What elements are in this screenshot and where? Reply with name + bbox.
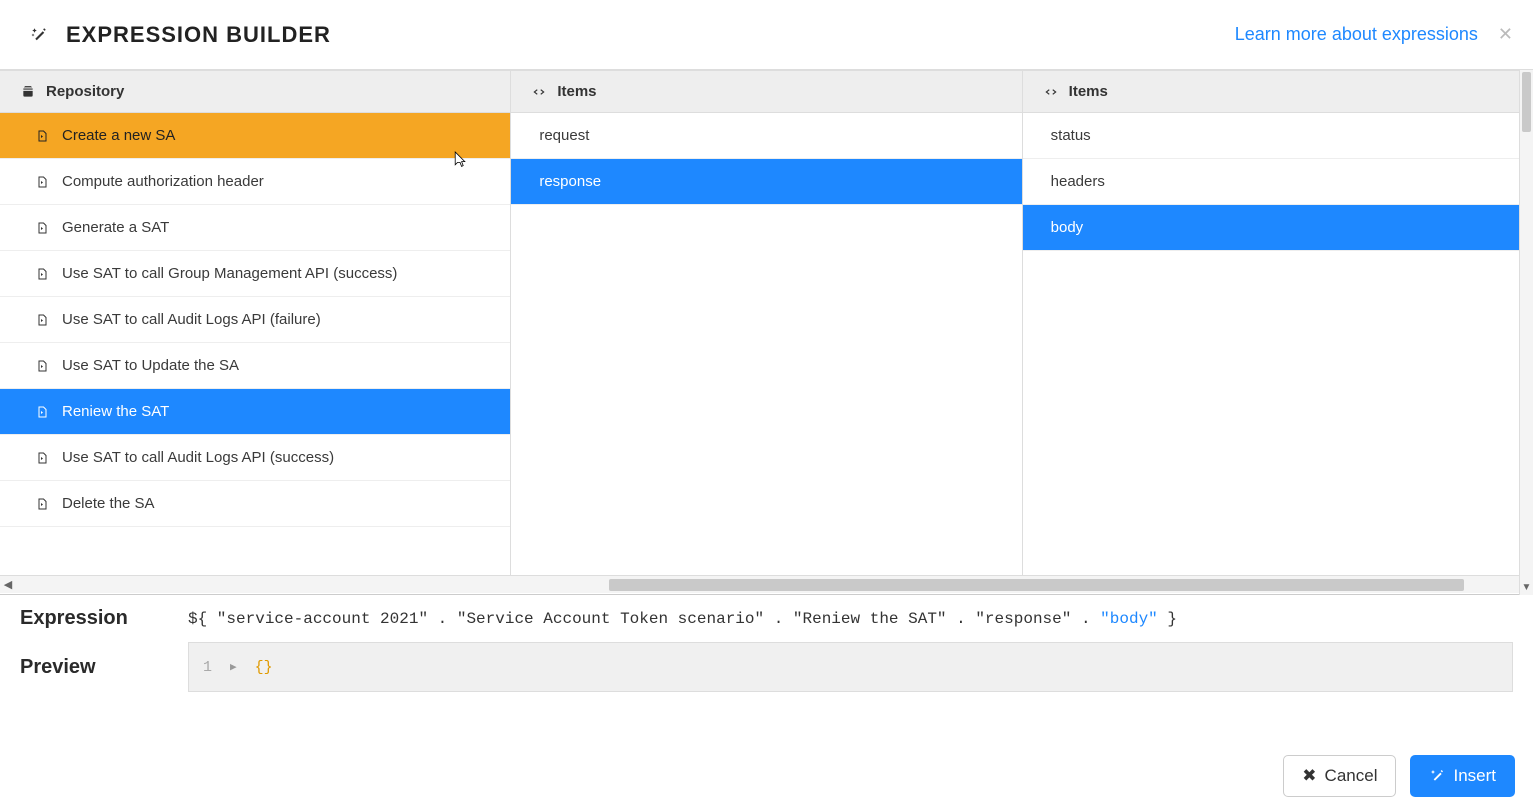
repository-item[interactable]: Use SAT to Update the SA — [0, 343, 510, 389]
footer-buttons: ✖ Cancel Insert — [1283, 755, 1515, 797]
item-label: headers — [1051, 173, 1105, 190]
repository-list: Create a new SA Compute authorization he… — [0, 113, 510, 527]
expression-last: "body" — [1100, 610, 1158, 628]
item-label: Use SAT to call Audit Logs API (success) — [62, 449, 334, 466]
header: EXPRESSION BUILDER Learn more about expr… — [0, 0, 1533, 70]
column-header-label: Items — [1069, 83, 1108, 100]
file-icon — [36, 129, 48, 143]
item-label: body — [1051, 219, 1084, 236]
preview-content: {} — [255, 659, 273, 676]
file-icon — [36, 313, 48, 327]
learn-more-link[interactable]: Learn more about expressions — [1235, 24, 1478, 45]
scroll-track[interactable] — [16, 578, 1517, 592]
expression-prefix: ${ "service-account 2021" . "Service Acc… — [188, 610, 1100, 628]
list-item[interactable]: body — [1023, 205, 1533, 251]
button-label: Insert — [1453, 766, 1496, 786]
vertical-scrollbar[interactable]: ▼ — [1519, 70, 1533, 595]
item-label: Create a new SA — [62, 127, 175, 144]
item-label: Generate a SAT — [62, 219, 169, 236]
column-header-label: Items — [557, 83, 596, 100]
scroll-down-arrow[interactable]: ▼ — [1520, 582, 1533, 593]
scroll-left-arrow[interactable]: ◀ — [0, 578, 16, 591]
insert-button[interactable]: Insert — [1410, 755, 1515, 797]
items-column-1: Items request response — [511, 71, 1022, 575]
item-label: status — [1051, 127, 1091, 144]
preview-box[interactable]: 1 ▶ {} — [188, 642, 1513, 692]
item-label: Use SAT to Update the SA — [62, 357, 239, 374]
file-icon — [36, 359, 48, 373]
item-label: Use SAT to call Group Management API (su… — [62, 265, 397, 282]
button-label: Cancel — [1325, 766, 1378, 786]
wand-icon — [30, 26, 48, 44]
file-icon — [36, 405, 48, 419]
code-icon — [531, 85, 547, 99]
file-icon — [36, 267, 48, 281]
file-icon — [36, 221, 48, 235]
preview-row: Preview 1 ▶ {} — [0, 642, 1533, 692]
scroll-thumb[interactable] — [609, 579, 1465, 591]
page-title: EXPRESSION BUILDER — [66, 22, 331, 48]
list-item[interactable]: status — [1023, 113, 1533, 159]
column-header-label: Repository — [46, 83, 124, 100]
preview-label: Preview — [20, 642, 140, 692]
item-label: request — [539, 127, 589, 144]
expression-label: Expression — [20, 607, 140, 630]
repository-item[interactable]: Use SAT to call Group Management API (su… — [0, 251, 510, 297]
list-item[interactable]: headers — [1023, 159, 1533, 205]
items-column-2: Items status headers body — [1023, 71, 1533, 575]
close-icon[interactable]: ✕ — [1498, 24, 1513, 45]
repository-header: Repository — [0, 71, 510, 113]
items-list-2: status headers body — [1023, 113, 1533, 251]
vertical-scroll-thumb[interactable] — [1522, 72, 1531, 132]
repository-item[interactable]: Delete the SA — [0, 481, 510, 527]
repository-item[interactable]: Generate a SAT — [0, 205, 510, 251]
horizontal-scrollbar[interactable]: ◀ ▶ — [0, 575, 1533, 593]
file-icon — [36, 175, 48, 189]
item-label: Use SAT to call Audit Logs API (failure) — [62, 311, 321, 328]
expression-row: Expression ${ "service-account 2021" . "… — [0, 595, 1533, 642]
expression-value: ${ "service-account 2021" . "Service Acc… — [188, 610, 1177, 628]
preview-lineno: 1 — [203, 659, 212, 676]
repository-item[interactable]: Use SAT to call Audit Logs API (success) — [0, 435, 510, 481]
file-icon — [36, 497, 48, 511]
file-icon — [36, 451, 48, 465]
columns-area: Repository Create a new SA Compute autho… — [0, 70, 1533, 595]
database-icon — [20, 85, 36, 99]
item-label: Reniew the SAT — [62, 403, 169, 420]
repository-item[interactable]: Compute authorization header — [0, 159, 510, 205]
close-icon: ✖ — [1302, 766, 1316, 786]
repository-item[interactable]: Use SAT to call Audit Logs API (failure) — [0, 297, 510, 343]
code-icon — [1043, 85, 1059, 99]
repository-item[interactable]: Reniew the SAT — [0, 389, 510, 435]
repository-column: Repository Create a new SA Compute autho… — [0, 71, 511, 575]
cancel-button[interactable]: ✖ Cancel — [1283, 755, 1396, 797]
item-label: Compute authorization header — [62, 173, 264, 190]
list-item[interactable]: response — [511, 159, 1021, 205]
expression-suffix: } — [1158, 610, 1177, 628]
repository-item[interactable]: Create a new SA — [0, 113, 510, 159]
items-list-1: request response — [511, 113, 1021, 205]
items-header: Items — [1023, 71, 1533, 113]
wand-icon — [1429, 768, 1445, 784]
items-header: Items — [511, 71, 1021, 113]
item-label: response — [539, 173, 601, 190]
list-item[interactable]: request — [511, 113, 1021, 159]
item-label: Delete the SA — [62, 495, 155, 512]
expand-icon[interactable]: ▶ — [230, 660, 237, 674]
